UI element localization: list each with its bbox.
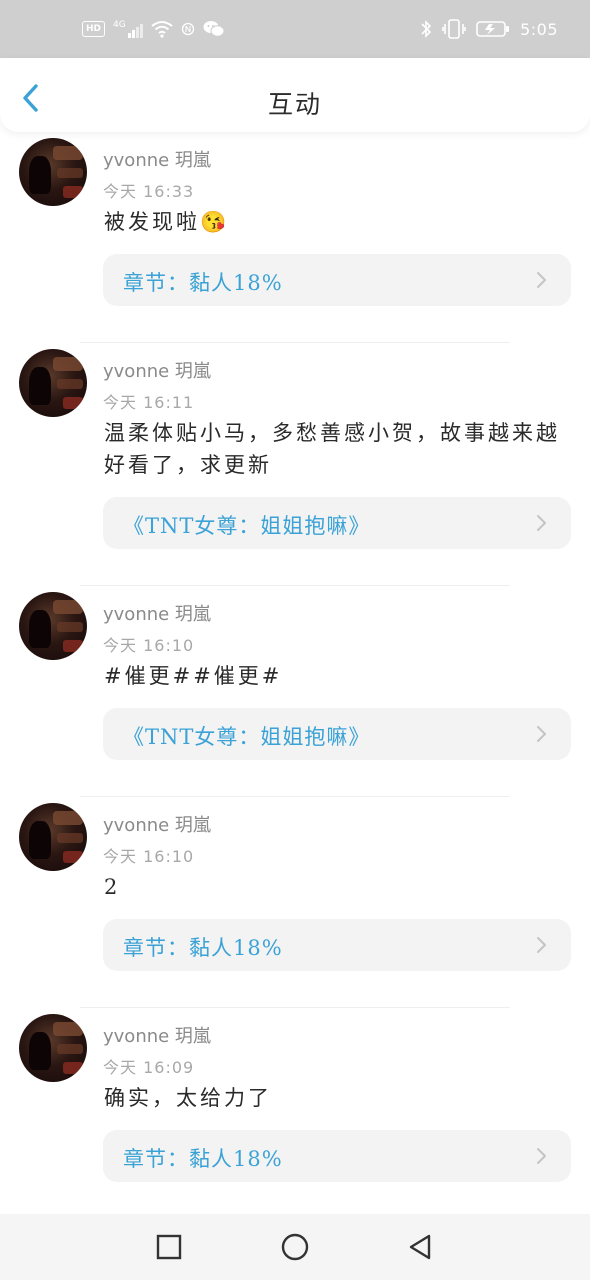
square-recents-icon[interactable] <box>154 1232 184 1262</box>
source-link-card[interactable]: 《TNT女尊：姐姐抱嘛》 <box>103 497 571 549</box>
source-link-text: 章节：黏人18% <box>123 271 283 295</box>
timestamp: 今天 16:33 <box>103 182 195 201</box>
timestamp: 今天 16:11 <box>103 393 195 412</box>
wechat-icon <box>203 21 225 37</box>
interaction-list[interactable]: yvonne 玥嵐 今天 16:33 被发现啦😘 章节：黏人18% yvonne… <box>0 132 590 1214</box>
comment-text: 2 <box>104 875 121 899</box>
status-bar: HD 4G 5:05 <box>0 0 590 58</box>
source-link-card[interactable]: 《TNT女尊：姐姐抱嘛》 <box>103 708 571 760</box>
status-time: 5:05 <box>520 19 558 39</box>
network-type: 4G <box>113 20 126 30</box>
list-item[interactable]: yvonne 玥嵐 今天 16:11 温柔体贴小马，多愁善感小贺，故事越来越好看… <box>0 343 590 586</box>
username[interactable]: yvonne 玥嵐 <box>103 600 211 626</box>
triangle-back-icon[interactable] <box>405 1232 435 1262</box>
source-link-text: 章节：黏人18% <box>123 1147 283 1171</box>
avatar[interactable] <box>19 349 87 417</box>
source-link-text: 《TNT女尊：姐姐抱嘛》 <box>123 725 371 749</box>
username[interactable]: yvonne 玥嵐 <box>103 811 211 837</box>
avatar[interactable] <box>19 592 87 660</box>
comment-text: 温柔体贴小马，多愁善感小贺，故事越来越好看了，求更新 <box>104 421 560 477</box>
source-link-card[interactable]: 章节：黏人18% <box>103 1130 571 1182</box>
comment-text: #催更##催更# <box>104 664 283 688</box>
avatar[interactable] <box>19 138 87 206</box>
timestamp: 今天 16:10 <box>103 636 195 655</box>
system-nav-bar <box>0 1214 590 1280</box>
chevron-right-icon <box>537 726 546 742</box>
nfc-icon <box>181 22 194 36</box>
chevron-right-icon <box>537 937 546 953</box>
wifi-icon <box>151 21 173 38</box>
source-link-text: 章节：黏人18% <box>123 936 283 960</box>
list-item[interactable]: yvonne 玥嵐 今天 16:33 被发现啦😘 章节：黏人18% <box>0 132 590 343</box>
hd-badge: HD <box>82 21 106 37</box>
bluetooth-icon <box>421 20 432 38</box>
source-link-card[interactable]: 章节：黏人18% <box>103 254 571 306</box>
page-title: 互动 <box>267 90 322 119</box>
username[interactable]: yvonne 玥嵐 <box>103 1022 211 1048</box>
chevron-right-icon <box>537 1148 546 1164</box>
list-item[interactable]: yvonne 玥嵐 今天 16:10 #催更##催更# 《TNT女尊：姐姐抱嘛》 <box>0 586 590 797</box>
battery-charging-icon <box>476 21 510 37</box>
status-right: 5:05 <box>420 19 558 39</box>
list-item[interactable]: yvonne 玥嵐 今天 16:10 2 章节：黏人18% <box>0 797 590 1008</box>
circle-home-icon[interactable] <box>280 1232 310 1262</box>
source-link-text: 《TNT女尊：姐姐抱嘛》 <box>123 514 371 538</box>
comment-text: 被发现啦😘 <box>104 210 230 234</box>
signal-icon: 4G <box>113 20 143 38</box>
timestamp: 今天 16:09 <box>103 1058 195 1077</box>
comment-text: 确实，太给力了 <box>104 1086 272 1110</box>
avatar[interactable] <box>19 803 87 871</box>
status-left: HD 4G <box>82 20 225 38</box>
avatar[interactable] <box>19 1014 87 1082</box>
vibrate-icon <box>442 19 466 39</box>
header: 互动 <box>0 58 590 132</box>
chevron-right-icon <box>537 515 546 531</box>
username[interactable]: yvonne 玥嵐 <box>103 146 211 172</box>
username[interactable]: yvonne 玥嵐 <box>103 357 211 383</box>
chevron-right-icon <box>537 272 546 288</box>
list-item[interactable]: yvonne 玥嵐 今天 16:09 确实，太给力了 章节：黏人18% <box>0 1008 590 1214</box>
source-link-card[interactable]: 章节：黏人18% <box>103 919 571 971</box>
timestamp: 今天 16:10 <box>103 847 195 866</box>
